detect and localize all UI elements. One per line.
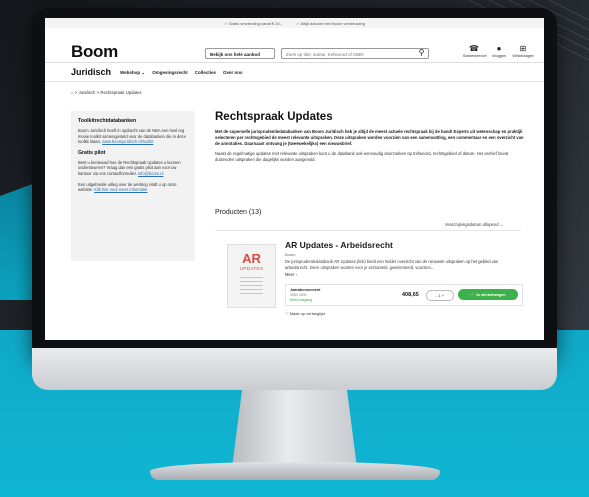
monitor-stand: [232, 390, 357, 468]
nav-item-over-ons[interactable]: Over ons: [223, 70, 243, 76]
monitor-base: [150, 462, 440, 480]
offer-isbn: ISBN 0000: [290, 293, 307, 297]
cart-button[interactable]: ⊞ Winkelwagen: [512, 44, 534, 59]
product-offer: Jaarabonnement ISBN 0000 Direct toegang …: [285, 284, 523, 306]
nav-item-webshop[interactable]: Webshop ⌄: [120, 70, 145, 76]
quantity-stepper[interactable]: - 1 +: [426, 290, 454, 301]
cover-subtitle: UPDATES: [239, 266, 264, 271]
sort-select[interactable]: Verschijningsdatum aflopend ⌄: [445, 222, 503, 227]
sidebar-link[interactable]: Klik hier voor meer informatie: [94, 187, 147, 192]
search-icon[interactable]: ⚲: [414, 48, 429, 59]
main-nav: Juridisch Webshop ⌄ Omgevingsrecht Colle…: [45, 63, 544, 82]
sidebar-text: Bent u benieuwd hoe de Rechtspraak Updat…: [78, 159, 181, 176]
main-content: Rechtspraak Updates Met de superselle ju…: [215, 111, 525, 163]
product-more-link[interactable]: Meer ›: [285, 272, 297, 277]
cover-line: [240, 285, 263, 286]
login-button[interactable]: ● Inloggen: [488, 44, 510, 59]
product-title[interactable]: AR Updates - Arbeidsrecht: [285, 240, 393, 250]
boom-logo[interactable]: Boom: [71, 42, 118, 62]
cover-title: AR: [242, 251, 261, 266]
add-to-cart-button[interactable]: 🛒 In winkelwagen: [458, 289, 518, 300]
monitor-chin: [32, 348, 557, 390]
usp-item: ✓ Altijd actueel met Boom vernieuwing: [296, 20, 365, 26]
intro-text: Met de superselle jurisprudentiedatabank…: [215, 129, 524, 146]
user-icon: ●: [496, 44, 502, 53]
offer-price: 408,65: [402, 292, 419, 298]
nav-item-omgevingsrecht[interactable]: Omgevingsrecht: [152, 70, 188, 76]
usp-item: ✓ Gratis verzending vanaf € 20,-: [224, 20, 283, 26]
customer-service-button[interactable]: ☎ Klantenservice: [463, 44, 487, 59]
divider: [215, 230, 521, 231]
product-brand: Boom: [285, 252, 296, 257]
scope-select[interactable]: Bekijk ons hele aanbod: [205, 48, 275, 59]
product-cover-image[interactable]: AR UPDATES: [227, 244, 276, 308]
sidebar-text: Een uitgebreide uitleg over de werking v…: [78, 181, 177, 193]
sidebar-link[interactable]: info@boom.nl: [138, 171, 163, 176]
sidebar-panel: Toolkitrechtdatabanken Boom Juridisch he…: [71, 111, 195, 261]
breadcrumb[interactable]: ⌂ > Juridisch > Rechtspraak Updates: [71, 90, 142, 95]
nav-brand[interactable]: Juridisch: [71, 67, 111, 77]
sidebar-link[interactable]: www.boomjuridisch.nl/toolkit: [102, 139, 153, 144]
cover-line: [240, 277, 263, 278]
products-count: Producten (13): [215, 209, 262, 216]
cart-icon: ⊞: [519, 44, 527, 53]
wishlist-link[interactable]: ♡ Maak op verlanglijst: [285, 311, 325, 316]
usp-bar: ✓ Gratis verzending vanaf € 20,- ✓ Altij…: [45, 18, 544, 28]
site-header: Boom Bekijk ons hele aanbod Zoek op tite…: [45, 28, 544, 63]
cover-line: [240, 289, 263, 290]
headset-icon: ☎: [469, 44, 479, 53]
page-title: Rechtspraak Updates: [215, 111, 333, 123]
cover-line: [240, 293, 263, 294]
search-input[interactable]: Zoek op titel, auteur, trefwoord of ISBN: [281, 48, 429, 59]
body-text: Naast de regelmatige updates met relevan…: [215, 151, 509, 163]
sidebar-title: Toolkitrechtdatabanken: [78, 118, 137, 124]
nav-item-collecties[interactable]: Collecties: [195, 70, 216, 76]
cover-line: [240, 281, 263, 282]
product-description: De jurisprudentiedatabank AR Updates (li…: [285, 259, 499, 270]
sidebar-subtitle: Gratis pilot: [78, 149, 106, 156]
monitor-screen: ✓ Gratis verzending vanaf € 20,- ✓ Altij…: [45, 18, 544, 340]
sidebar-text: Boom Juridisch heeft in opdracht van de …: [78, 128, 186, 145]
offer-availability: Direct toegang: [290, 298, 313, 302]
offer-name: Jaarabonnement: [290, 288, 321, 292]
